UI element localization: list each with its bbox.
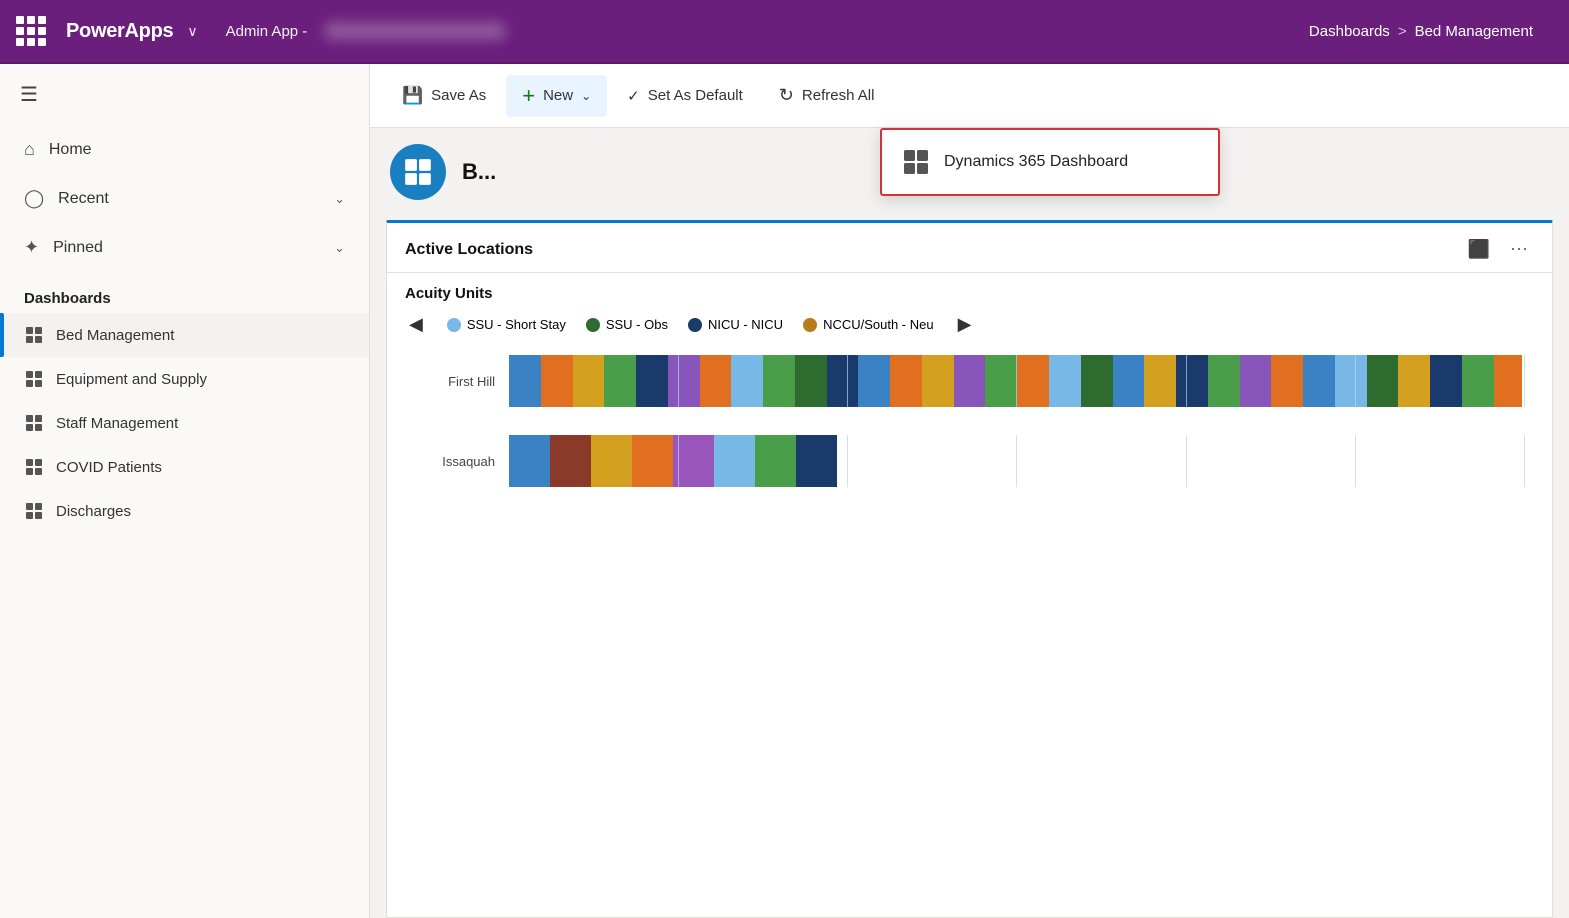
bar-chart: First Hill (405, 345, 1534, 497)
waffle-menu[interactable] (16, 16, 46, 46)
legend-dot-ssu-short-stay (447, 318, 461, 332)
equipment-supply-label: Equipment and Supply (56, 371, 207, 388)
new-plus-icon: + (522, 83, 535, 109)
refresh-all-button[interactable]: ↻ Refresh All (763, 77, 891, 114)
dashboard-title: B... (462, 159, 496, 185)
content-area: 💾 Save As + New ⌄ ✓ Set As Default ↻ Ref… (370, 64, 1569, 918)
chart-area: First Hill (387, 345, 1552, 917)
legend-dot-nicu (688, 318, 702, 332)
legend-dot-nccu (803, 318, 817, 332)
breadcrumb-section[interactable]: Dashboards (1309, 23, 1390, 40)
sidebar-item-equipment-supply[interactable]: Equipment and Supply (0, 357, 369, 401)
covid-patients-label: COVID Patients (56, 459, 162, 476)
new-label: New (543, 87, 573, 104)
discharges-icon (24, 501, 44, 521)
avatar-icon (403, 157, 433, 187)
checkmark-icon: ✓ (627, 87, 640, 105)
bar-first-hill (509, 355, 1534, 407)
new-dropdown: Dynamics 365 Dashboard (880, 128, 1220, 196)
legend-dot-ssu-obs (586, 318, 600, 332)
recent-chevron-icon: ⌄ (334, 191, 345, 207)
bed-management-icon (24, 325, 44, 345)
covid-icon (24, 457, 44, 477)
sidebar: ☰ ⌂ Home ◯ Recent ⌄ ✦ Pinned ⌄ Dashboard… (0, 64, 370, 918)
chart-expand-button[interactable]: ⬛ (1462, 237, 1496, 262)
discharges-label: Discharges (56, 503, 131, 520)
legend-label-ssu-obs: SSU - Obs (606, 317, 668, 332)
dropdown-dynamics-label: Dynamics 365 Dashboard (944, 153, 1128, 171)
brand-name[interactable]: PowerApps (66, 20, 173, 43)
legend-label-nicu: NICU - NICU (708, 317, 783, 332)
toolbar: 💾 Save As + New ⌄ ✓ Set As Default ↻ Ref… (370, 64, 1569, 128)
main-layout: ☰ ⌂ Home ◯ Recent ⌄ ✦ Pinned ⌄ Dashboard… (0, 64, 1569, 918)
row-label-first-hill: First Hill (405, 374, 495, 389)
save-as-icon: 💾 (402, 86, 423, 106)
legend-item-ssu-obs: SSU - Obs (586, 317, 668, 332)
bar-issaquah (509, 435, 1534, 487)
sidebar-item-home[interactable]: ⌂ Home (0, 125, 369, 174)
refresh-label: Refresh All (802, 87, 875, 104)
sidebar-pinned-label: Pinned (53, 239, 103, 257)
bed-management-label: Bed Management (56, 327, 174, 344)
legend-item-nccu: NCCU/South - Neu (803, 317, 934, 332)
sidebar-item-bed-management[interactable]: Bed Management (0, 313, 369, 357)
sidebar-item-staff-management[interactable]: Staff Management (0, 401, 369, 445)
home-icon: ⌂ (24, 139, 35, 160)
sidebar-item-recent[interactable]: ◯ Recent ⌄ (0, 174, 369, 223)
breadcrumb-page: Bed Management (1415, 23, 1533, 40)
legend-next-button[interactable]: ▶ (954, 314, 976, 335)
chart-card-header: Active Locations ⬛ ⋯ (387, 223, 1552, 273)
sidebar-recent-label: Recent (58, 190, 109, 208)
refresh-icon: ↻ (779, 85, 794, 106)
app-subtitle-blurred (325, 22, 505, 40)
recent-icon: ◯ (24, 188, 44, 209)
sidebar-item-pinned[interactable]: ✦ Pinned ⌄ (0, 223, 369, 272)
hamburger-menu[interactable]: ☰ (0, 64, 369, 125)
table-row: First Hill (405, 355, 1534, 407)
dynamics-dashboard-icon (902, 148, 930, 176)
table-row: Issaquah (405, 435, 1534, 487)
brand-chevron-icon[interactable]: ∨ (187, 23, 197, 40)
chart-title: Active Locations (405, 241, 533, 259)
new-chevron-icon: ⌄ (581, 89, 591, 103)
dashboard-avatar (390, 144, 446, 200)
sidebar-home-label: Home (49, 141, 92, 159)
set-default-label: Set As Default (648, 87, 743, 104)
save-as-label: Save As (431, 87, 486, 104)
breadcrumb-separator: > (1398, 23, 1407, 40)
sidebar-item-discharges[interactable]: Discharges (0, 489, 369, 533)
chart-card-active-locations: Active Locations ⬛ ⋯ Acuity Units ◀ SSU … (386, 220, 1553, 918)
legend-prev-button[interactable]: ◀ (405, 314, 427, 335)
set-default-button[interactable]: ✓ Set As Default (611, 79, 759, 113)
chart-legend: ◀ SSU - Short Stay SSU - Obs NICU - NICU… (387, 308, 1552, 345)
app-name: Admin App - (226, 23, 308, 40)
chart-subtitle: Acuity Units (387, 273, 1552, 308)
dashboards-section-label: Dashboards (0, 272, 369, 313)
row-label-issaquah: Issaquah (405, 454, 495, 469)
staff-management-label: Staff Management (56, 415, 178, 432)
legend-item-ssu-short-stay: SSU - Short Stay (447, 317, 566, 332)
breadcrumb: Dashboards > Bed Management (1309, 23, 1533, 40)
equipment-icon (24, 369, 44, 389)
staff-icon (24, 413, 44, 433)
topbar: PowerApps ∨ Admin App - Dashboards > Bed… (0, 0, 1569, 64)
legend-item-nicu: NICU - NICU (688, 317, 783, 332)
legend-label-nccu: NCCU/South - Neu (823, 317, 934, 332)
chart-more-button[interactable]: ⋯ (1504, 237, 1534, 262)
dropdown-dynamics-365[interactable]: Dynamics 365 Dashboard (882, 130, 1218, 194)
pinned-chevron-icon: ⌄ (334, 240, 345, 256)
save-as-button[interactable]: 💾 Save As (386, 78, 502, 114)
new-button[interactable]: + New ⌄ (506, 75, 607, 117)
chart-actions: ⬛ ⋯ (1462, 237, 1534, 262)
sidebar-item-covid-patients[interactable]: COVID Patients (0, 445, 369, 489)
pin-icon: ✦ (24, 237, 39, 258)
legend-label-ssu-short-stay: SSU - Short Stay (467, 317, 566, 332)
